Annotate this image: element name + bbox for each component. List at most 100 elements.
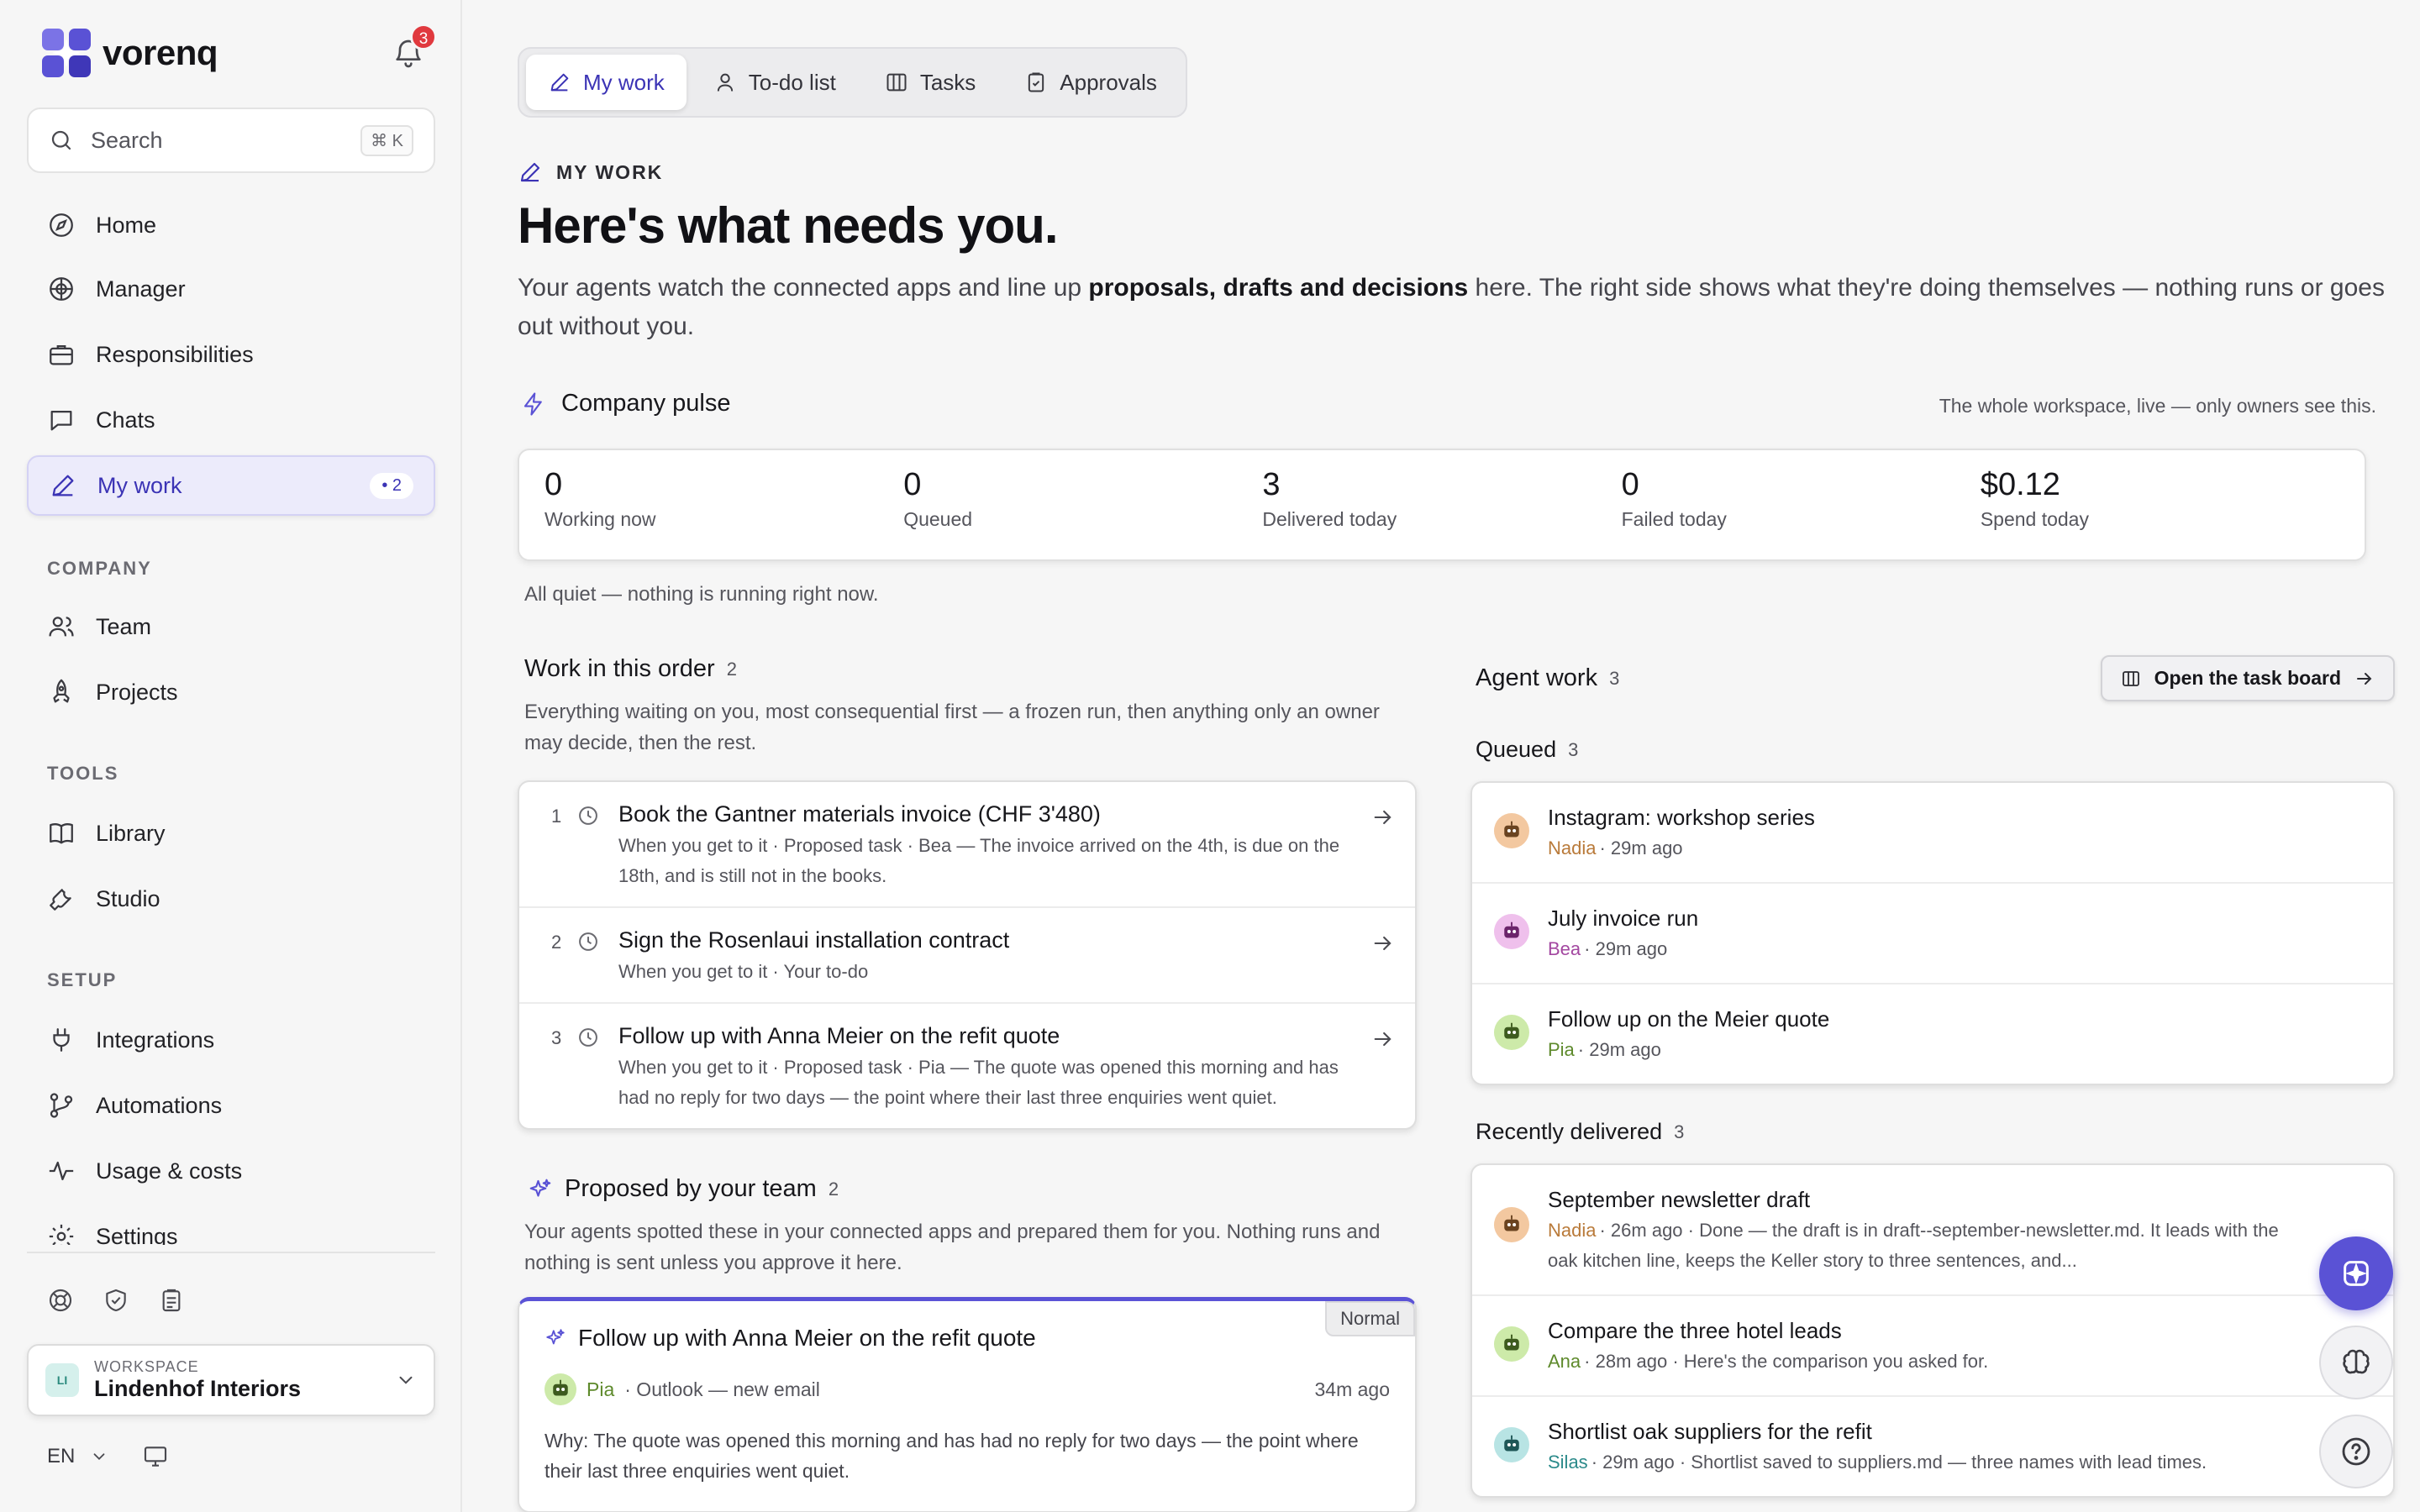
tab-todo-list[interactable]: To-do list (692, 55, 858, 110)
arrow-right-icon[interactable] (1371, 806, 1395, 829)
tab-tasks[interactable]: Tasks (863, 55, 997, 110)
tab-todo-list-label: To-do list (748, 69, 836, 95)
language-select[interactable]: EN (47, 1445, 75, 1468)
help-buoy-icon[interactable] (47, 1287, 74, 1314)
monitor-icon[interactable] (142, 1443, 169, 1470)
proposal-meta: Pia · Outlook — new email 34m ago (544, 1373, 1390, 1405)
proposal-source: · Outlook — new email (624, 1378, 820, 1400)
nav-home-label: Home (96, 212, 157, 238)
clipboard-icon[interactable] (158, 1287, 185, 1314)
nav-manager[interactable]: Manager (27, 259, 435, 319)
nav-automations[interactable]: Automations (27, 1075, 435, 1136)
pencil-icon (52, 475, 74, 496)
open-task-board-label: Open the task board (2154, 667, 2341, 689)
nav-projects[interactable]: Projects (27, 662, 435, 722)
list-item[interactable]: September newsletter draft Nadia · 26m ag… (1472, 1165, 2393, 1296)
sidebar-utility-icons (47, 1287, 185, 1314)
task-meta-text: · 26m ago · Done — the draft is in draft… (1548, 1220, 2279, 1271)
stat-value: 0 (544, 467, 563, 502)
avatar (1494, 914, 1529, 949)
proposed-description: Your agents spotted these in your connec… (524, 1221, 1381, 1274)
person-icon (717, 73, 733, 92)
proposal-card[interactable]: Normal Follow up with Anna Meier on the … (518, 1297, 1417, 1512)
list-item[interactable]: Instagram: workshop series Nadia · 29m ag… (1472, 783, 2393, 884)
avatar (1494, 1326, 1529, 1362)
delivered-heading: Recently delivered 3 (1470, 1119, 2395, 1145)
sidebar: vorenq 3 Search ⌘ K Home Manager Respons… (0, 0, 462, 1512)
nav-projects-label: Projects (96, 679, 178, 705)
agent-work-heading: Agent work 3 (1470, 664, 1619, 692)
proposal-time: 34m ago (1314, 1378, 1390, 1400)
page-lead: Your agents watch the connected apps and… (518, 269, 2408, 346)
nav-usage-costs[interactable]: Usage & costs (27, 1141, 435, 1201)
list-item[interactable]: 2 Sign the Rosenlaui installation contra… (519, 908, 1415, 1004)
search-bar[interactable]: Search ⌘ K (27, 108, 435, 173)
avatar (1494, 1207, 1529, 1242)
question-icon (2342, 1437, 2370, 1466)
list-item[interactable]: 3 Follow up with Anna Meier on the refit… (519, 1004, 1415, 1128)
list-item[interactable]: Compare the three hotel leads Ana · 28m a… (1472, 1296, 2393, 1397)
stat-label: Working now (544, 508, 656, 530)
nav-my-work[interactable]: My work • 2 (27, 455, 435, 516)
nav-home[interactable]: Home (27, 195, 435, 255)
search-shortcut: ⌘ K (360, 124, 413, 156)
tab-tasks-label: Tasks (919, 69, 976, 95)
workspace-switcher[interactable]: LI WORKSPACE Lindenhof Interiors (27, 1344, 435, 1416)
agent-work-column: Agent work 3 Open the task board Queued … (1470, 655, 2395, 1498)
book-icon (50, 823, 73, 844)
nav-studio[interactable]: Studio (27, 869, 435, 929)
nav-library[interactable]: Library (27, 803, 435, 864)
nav-settings[interactable]: Settings (27, 1206, 435, 1245)
board-icon (2122, 670, 2139, 686)
arrow-right-icon[interactable] (1371, 1027, 1395, 1051)
nav-team-label: Team (96, 613, 152, 639)
board-icon (886, 73, 907, 92)
brain-fab[interactable] (2319, 1326, 2393, 1399)
task-title: Shortlist oak suppliers for the refit (1548, 1419, 1872, 1444)
company-pulse-heading: Company pulse (521, 390, 731, 417)
company-pulse-card: 0 Working now 0 Queued 3 Delivered today… (518, 449, 2366, 561)
nav-responsibilities[interactable]: Responsibilities (27, 324, 435, 385)
assistant-icon (2344, 1261, 2369, 1286)
queued-title: Queued (1476, 737, 1557, 762)
list-item[interactable]: 1 Book the Gantner materials invoice (CH… (519, 782, 1415, 908)
nav-chats[interactable]: Chats (27, 390, 435, 450)
stat-delivered-today: 3 Delivered today (1262, 467, 1621, 543)
stat-spend-today: $0.12 Spend today (1981, 467, 2339, 543)
shield-check-icon[interactable] (103, 1287, 129, 1314)
tab-approvals-label: Approvals (1060, 69, 1157, 95)
nav-team[interactable]: Team (27, 596, 435, 657)
tab-approvals[interactable]: Approvals (1002, 55, 1179, 110)
tab-my-work[interactable]: My work (526, 55, 687, 110)
workspace-name: Lindenhof Interiors (94, 1376, 301, 1401)
agent-name: Pia (1548, 1039, 1575, 1060)
pulse-icon (49, 1161, 74, 1181)
agent-name: Silas (1548, 1452, 1588, 1473)
chat-icon (50, 410, 72, 431)
assistant-fab[interactable] (2319, 1236, 2393, 1310)
tab-bar: My work To-do list Tasks Approvals (518, 47, 1187, 118)
chevron-down-icon[interactable] (90, 1447, 108, 1466)
open-task-board-button[interactable]: Open the task board (2100, 655, 2395, 701)
help-fab[interactable] (2319, 1415, 2393, 1488)
arrow-right-icon (2357, 672, 2372, 685)
agent-work-count: 3 (1609, 667, 1620, 689)
nav-integrations[interactable]: Integrations (27, 1010, 435, 1070)
chevron-down-icon (399, 1376, 413, 1384)
task-meta: Ana · 28m ago · Here's the comparison you… (1548, 1347, 1988, 1377)
manager-icon (50, 277, 73, 301)
list-item[interactable]: Follow up on the Meier quote Pia · 29m ag… (1472, 984, 2393, 1084)
clock-icon (579, 1028, 597, 1047)
brand[interactable]: vorenq (42, 29, 218, 77)
sidebar-divider (27, 1252, 435, 1253)
arrow-right-icon[interactable] (1371, 932, 1395, 955)
list-item[interactable]: July invoice run Bea · 29m ago (1472, 884, 2393, 984)
stat-label: Delivered today (1262, 508, 1397, 530)
agent-name: Nadia (1548, 837, 1597, 858)
delivered-title: Recently delivered (1476, 1119, 1663, 1144)
list-item[interactable]: Shortlist oak suppliers for the refit Si… (1472, 1397, 2393, 1496)
stat-value: 0 (903, 467, 922, 502)
section-company: COMPANY (47, 558, 152, 579)
clock-icon (579, 806, 597, 825)
avatar (1494, 1427, 1529, 1462)
